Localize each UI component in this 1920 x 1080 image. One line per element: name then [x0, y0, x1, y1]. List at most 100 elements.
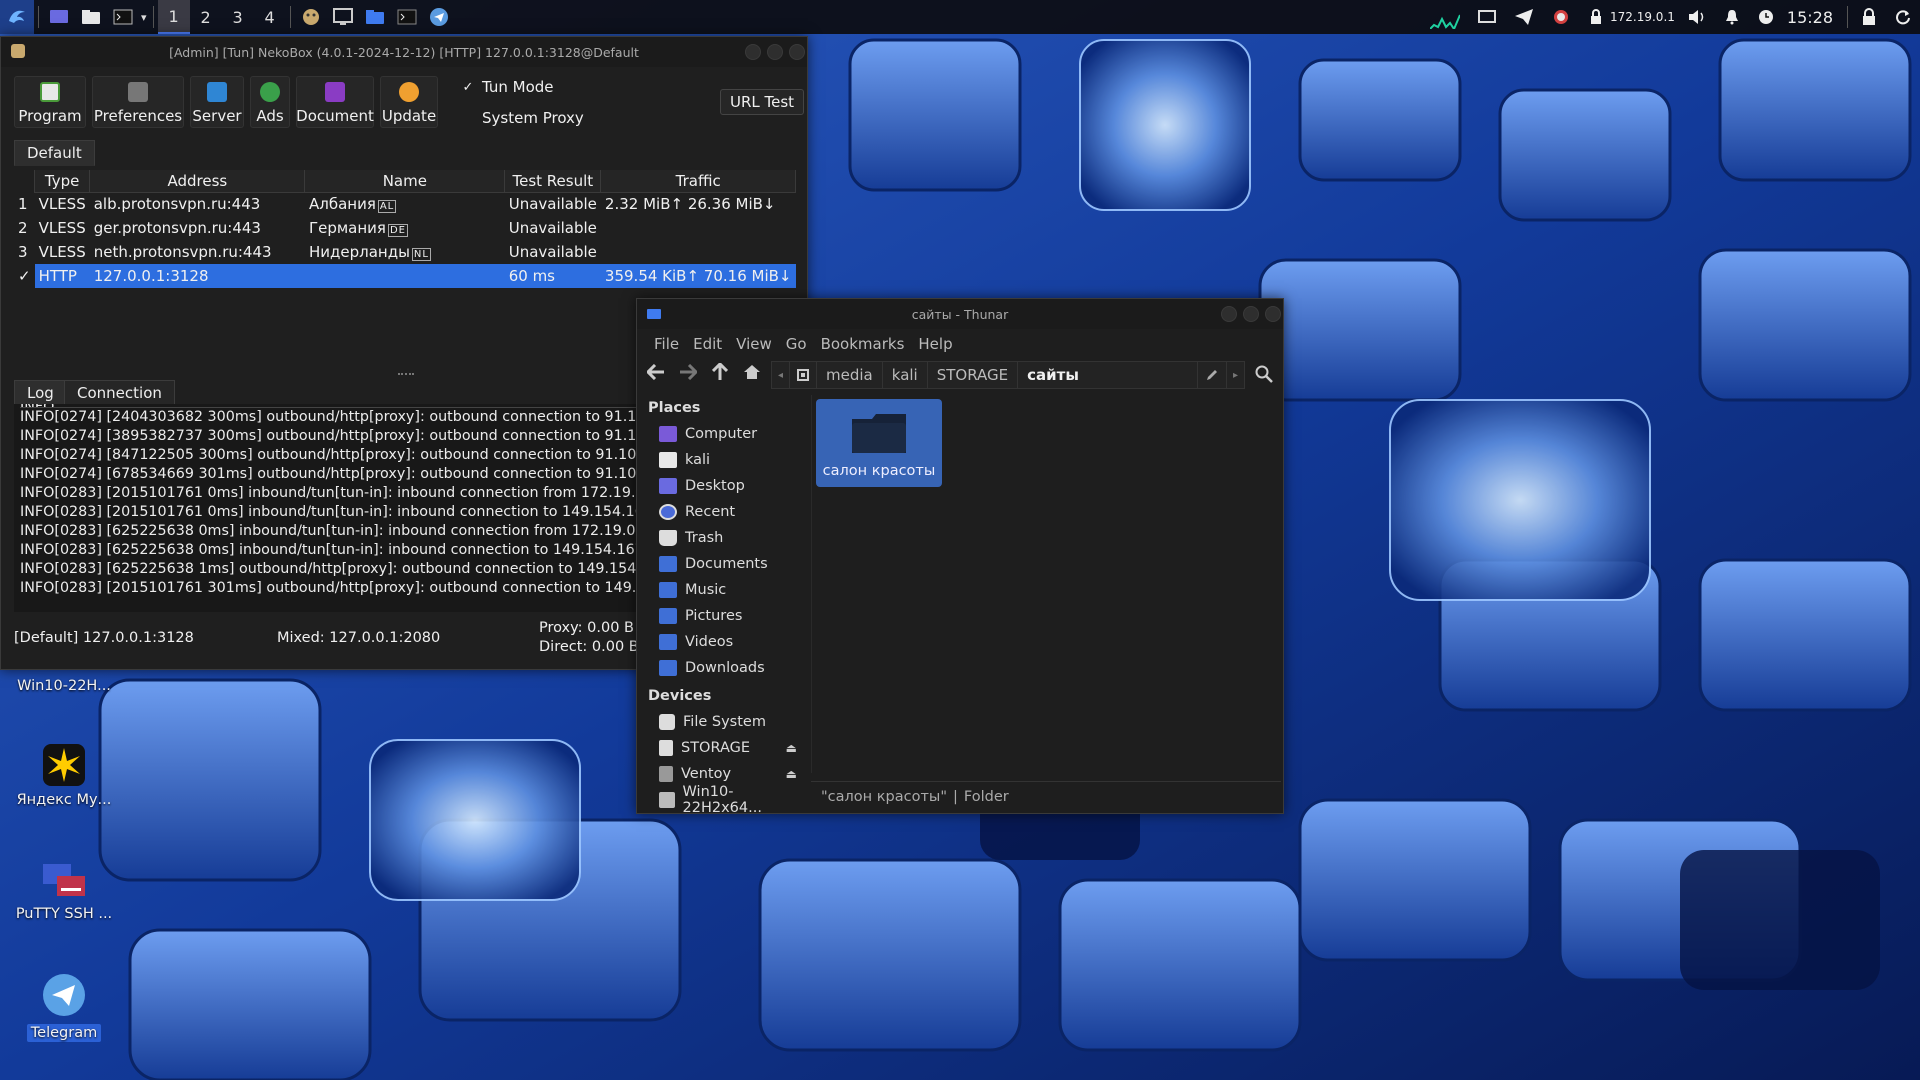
taskbar-nekobox[interactable] [295, 0, 327, 34]
sidebar-item-storage[interactable]: STORAGE ⏏ [637, 735, 809, 761]
logout-button[interactable] [1886, 0, 1920, 34]
taskbar-thunar[interactable] [359, 0, 391, 34]
workspace-1[interactable]: 1 [157, 0, 190, 34]
disc-icon [659, 792, 675, 808]
sidebar-item-win10-iso[interactable]: Win10-22H2x64... [637, 784, 809, 816]
power-tray[interactable] [1749, 0, 1783, 34]
sidebar-item-label: Downloads [685, 660, 765, 676]
sidebar-item-music[interactable]: Music [637, 577, 809, 603]
search-button[interactable] [1255, 365, 1273, 387]
show-desktop-button[interactable] [43, 0, 75, 34]
terminal-launcher[interactable] [107, 0, 139, 34]
group-tab-default[interactable]: Default [14, 140, 95, 166]
breadcrumb-media[interactable]: media [817, 362, 883, 388]
column-header-test-result[interactable]: Test Result [504, 170, 602, 193]
volume-tray[interactable] [1679, 0, 1715, 34]
sidebar-item-recent[interactable]: Recent [637, 499, 809, 525]
table-row[interactable]: 2 VLESS ger.protonsvpn.ru:443 Германия DE… [14, 216, 796, 240]
minimize-button[interactable] [745, 44, 761, 60]
column-header-traffic[interactable]: Traffic [600, 170, 796, 193]
sidebar-item-pictures[interactable]: Pictures [637, 603, 809, 629]
connection-tab[interactable]: Connection [64, 380, 175, 406]
menu-edit[interactable]: Edit [686, 335, 729, 353]
file-view[interactable]: салон красоты [811, 395, 1281, 773]
display-tray[interactable] [1469, 0, 1505, 34]
lock-screen-button[interactable] [1852, 0, 1886, 34]
log-output[interactable]: INFO INFO[0274] [2404303682 300ms] outbo… [14, 404, 640, 612]
sidebar-item-filesystem[interactable]: File System [637, 709, 809, 735]
maximize-button[interactable] [767, 44, 783, 60]
workspace-4[interactable]: 4 [254, 0, 286, 34]
taskbar-virt-viewer[interactable] [327, 0, 359, 34]
system-proxy-checkbox[interactable]: System Proxy [462, 109, 584, 127]
file-manager-launcher[interactable] [75, 0, 107, 34]
minimize-button[interactable] [1221, 306, 1237, 322]
eject-icon[interactable]: ⏏ [786, 741, 797, 755]
column-header-address[interactable]: Address [89, 170, 306, 193]
sidebar-item-kali[interactable]: kali [637, 447, 809, 473]
column-header-type[interactable]: Type [34, 170, 91, 193]
log-tab[interactable]: Log [14, 380, 67, 406]
window-titlebar[interactable]: [Admin] [Tun] NekoBox (4.0.1-2024-12-12)… [1, 37, 807, 67]
sidebar-item-label: Documents [685, 556, 768, 572]
url-test-button[interactable]: URL Test [720, 89, 805, 115]
menu-file[interactable]: File [647, 335, 686, 353]
table-row-selected[interactable]: ✓ HTTP 127.0.0.1:3128 60 ms 359.54 KiB↑ … [14, 264, 796, 288]
document-button[interactable]: Document [296, 76, 374, 128]
close-button[interactable] [789, 44, 805, 60]
sidebar-item-desktop[interactable]: Desktop [637, 473, 809, 499]
kali-menu-button[interactable] [0, 0, 34, 34]
sidebar-item-documents[interactable]: Documents [637, 551, 809, 577]
taskbar-telegram[interactable] [423, 0, 455, 34]
breadcrumb-current[interactable]: сайты [1018, 362, 1197, 388]
close-button[interactable] [1265, 306, 1281, 322]
breadcrumb-root[interactable] [790, 362, 818, 388]
eject-icon[interactable]: ⏏ [786, 767, 797, 781]
breadcrumb-kali[interactable]: kali [883, 362, 928, 388]
taskbar-terminal[interactable] [391, 0, 423, 34]
home-button[interactable] [741, 361, 763, 383]
menu-go[interactable]: Go [779, 335, 814, 353]
workspace-3[interactable]: 3 [222, 0, 254, 34]
tun-mode-checkbox[interactable]: ✓ Tun Mode [462, 78, 554, 96]
program-menu-button[interactable]: Program [14, 76, 86, 128]
column-header-name[interactable]: Name [304, 170, 506, 193]
table-row[interactable]: 3 VLESS neth.protonsvpn.ru:443 Нидерланд… [14, 240, 796, 264]
edit-location-button[interactable] [1196, 362, 1227, 388]
splitter-handle[interactable] [398, 373, 414, 375]
sidebar-item-label: Pictures [685, 608, 743, 624]
desktop-icon-telegram[interactable]: Telegram [14, 972, 114, 1042]
menu-view[interactable]: View [729, 335, 779, 353]
breadcrumb-scroll-left[interactable]: ◂ [772, 362, 791, 388]
network-tray[interactable] [1579, 0, 1606, 34]
preferences-menu-button[interactable]: Preferences [92, 76, 184, 128]
maximize-button[interactable] [1243, 306, 1259, 322]
back-button[interactable] [645, 361, 667, 383]
breadcrumb-scroll-right[interactable]: ▸ [1227, 362, 1244, 388]
launcher-dropdown[interactable]: ▾ [139, 0, 149, 34]
ads-button[interactable]: Ads [250, 76, 290, 128]
notifications-tray[interactable] [1715, 0, 1749, 34]
menu-help[interactable]: Help [911, 335, 959, 353]
forward-button[interactable] [677, 361, 699, 383]
telegram-tray[interactable] [1505, 0, 1543, 34]
nekobox-tray[interactable] [1543, 0, 1579, 34]
server-menu-button[interactable]: Server [190, 76, 244, 128]
up-button[interactable] [709, 361, 731, 383]
clock[interactable]: 15:28 [1783, 8, 1843, 27]
workspace-2[interactable]: 2 [190, 0, 222, 34]
sidebar-item-videos[interactable]: Videos [637, 629, 809, 655]
sidebar-item-downloads[interactable]: Downloads [637, 655, 809, 681]
window-titlebar[interactable]: сайты - Thunar [637, 299, 1283, 329]
desktop-icon-yandex-music[interactable]: Яндекс Му... [14, 744, 114, 808]
desktop-icon-putty[interactable]: PuTTY SSH ... [14, 860, 114, 922]
sidebar-item-trash[interactable]: Trash [637, 525, 809, 551]
folder-item[interactable]: салон красоты [816, 399, 942, 487]
desktop-icon-win10-iso[interactable]: Win10-22H... [14, 672, 114, 694]
table-row[interactable]: 1 VLESS alb.protonsvpn.ru:443 Албания AL … [14, 192, 796, 216]
status-separator: | [953, 788, 958, 805]
sidebar-item-computer[interactable]: Computer [637, 421, 809, 447]
menu-bookmarks[interactable]: Bookmarks [814, 335, 912, 353]
breadcrumb-storage[interactable]: STORAGE [928, 362, 1019, 388]
update-button[interactable]: Update [380, 76, 438, 128]
